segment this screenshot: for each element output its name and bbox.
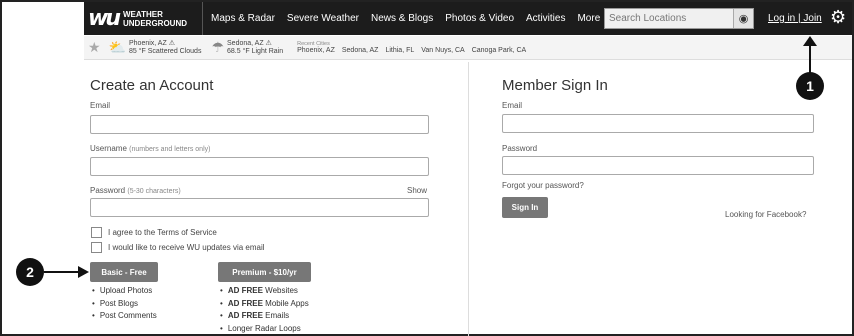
password-label-text: Password <box>90 186 126 195</box>
star-icon[interactable]: ★ <box>88 39 101 56</box>
recent-city-link[interactable]: Sedona, AZ <box>342 47 379 54</box>
arrow-right-icon <box>78 266 89 278</box>
sign-in-title: Member Sign In <box>502 77 608 94</box>
show-password-toggle[interactable]: Show <box>407 186 427 195</box>
terms-checkbox-row[interactable]: I agree to the Terms of Service <box>91 227 217 238</box>
partly-cloudy-icon: ⛅ <box>108 39 126 55</box>
list-item: Post Comments <box>92 310 157 323</box>
updates-checkbox-row[interactable]: I would like to receive WU updates via e… <box>91 242 265 253</box>
recent-city-link[interactable]: Phoenix, AZ <box>297 47 335 54</box>
list-item: AD FREE Mobile Apps <box>220 298 309 311</box>
sign-in-email-field[interactable] <box>502 114 814 133</box>
updates-label: I would like to receive WU updates via e… <box>108 243 265 252</box>
username-field[interactable] <box>90 157 429 176</box>
favorite-city-phoenix[interactable]: ⛅ Phoenix, AZ ⚠ 85 °F Scattered Clouds <box>109 39 202 56</box>
column-divider <box>468 62 469 336</box>
locate-icon[interactable]: ◉ <box>733 9 753 28</box>
city-name: Phoenix, AZ ⚠ <box>129 39 175 47</box>
premium-features-list: AD FREE Websites AD FREE Mobile Apps AD … <box>220 285 309 335</box>
list-item: Longer Radar Loops <box>220 323 309 336</box>
arrow-up-icon <box>803 36 817 46</box>
basic-features-list: Upload Photos Post Blogs Post Comments <box>92 285 157 323</box>
search-locations-box: Search Locations ◉ <box>604 8 754 29</box>
basic-free-button[interactable]: Basic - Free <box>90 262 158 282</box>
premium-button[interactable]: Premium - $10/yr <box>218 262 311 282</box>
callout-2-arrow <box>44 271 80 273</box>
wu-logo[interactable]: wu WEATHER UNDERGROUND <box>88 6 198 31</box>
recent-city-link[interactable]: Lithia, FL <box>385 47 414 54</box>
recent-city-link[interactable]: Van Nuys, CA <box>421 47 464 54</box>
rain-icon: ☂ <box>211 39 225 55</box>
callout-1-arrow <box>809 42 811 74</box>
password-hint: (5-30 characters) <box>127 188 181 195</box>
callout-1-badge: 1 <box>796 72 824 100</box>
list-item: AD FREE Websites <box>220 285 309 298</box>
terms-label: I agree to the Terms of Service <box>108 228 217 237</box>
favorite-cities-bar: ★ ⛅ Phoenix, AZ ⚠ 85 °F Scattered Clouds… <box>84 36 852 60</box>
create-password-field[interactable] <box>90 198 429 217</box>
forgot-password-link[interactable]: Forgot your password? <box>502 181 584 190</box>
sign-in-button[interactable]: Sign In <box>502 197 548 218</box>
nav-maps-radar[interactable]: Maps & Radar <box>211 13 275 24</box>
callout-2-badge: 2 <box>16 258 44 286</box>
email-label: Email <box>90 101 111 110</box>
gear-icon[interactable]: ⚙ <box>830 7 846 28</box>
recent-city-link[interactable]: Canoga Park, CA <box>472 47 526 54</box>
logo-line1: WEATHER <box>123 9 163 19</box>
nav-severe-weather[interactable]: Severe Weather <box>287 13 359 24</box>
password-label: Password (5-30 characters) <box>90 186 181 195</box>
search-input[interactable]: Search Locations <box>605 13 733 24</box>
updates-checkbox[interactable] <box>91 242 102 253</box>
terms-checkbox[interactable] <box>91 227 102 238</box>
wu-logo-mark-icon: wu <box>88 6 121 31</box>
nav-news-blogs[interactable]: News & Blogs <box>371 13 433 24</box>
username-label: Username (numbers and letters only) <box>90 144 210 153</box>
list-item: AD FREE Emails <box>220 310 309 323</box>
sign-in-email-label: Email <box>502 101 523 110</box>
nav-activities[interactable]: Activities <box>526 13 565 24</box>
city-condition: 85 °F Scattered Clouds <box>129 47 202 55</box>
username-label-text: Username <box>90 144 127 153</box>
favorite-city-sedona[interactable]: ☂ Sedona, AZ ⚠ 68.5 °F Light Rain <box>211 39 283 56</box>
nav-photos-video[interactable]: Photos & Video <box>445 13 514 24</box>
logo-line2: UNDERGROUND <box>123 18 187 28</box>
create-account-title: Create an Account <box>90 77 214 94</box>
list-item: Upload Photos <box>92 285 157 298</box>
facebook-link[interactable]: Looking for Facebook? <box>725 210 806 219</box>
top-nav-bar: wu WEATHER UNDERGROUND Maps & Radar Seve… <box>84 2 852 35</box>
list-item: Post Blogs <box>92 298 157 311</box>
main-nav: Maps & Radar Severe Weather News & Blogs… <box>202 2 624 35</box>
login-join-link[interactable]: Log in | Join <box>768 13 822 24</box>
sign-in-password-field[interactable] <box>502 156 814 175</box>
city-name: Sedona, AZ ⚠ <box>227 39 272 47</box>
recent-cities: Recent Cities Phoenix, AZ Sedona, AZ Lit… <box>297 41 533 54</box>
city-condition: 68.5 °F Light Rain <box>227 47 284 55</box>
nav-more-label: More <box>577 13 601 24</box>
username-hint: (numbers and letters only) <box>129 146 211 153</box>
create-email-field[interactable] <box>90 115 429 134</box>
sign-in-password-label: Password <box>502 144 538 153</box>
